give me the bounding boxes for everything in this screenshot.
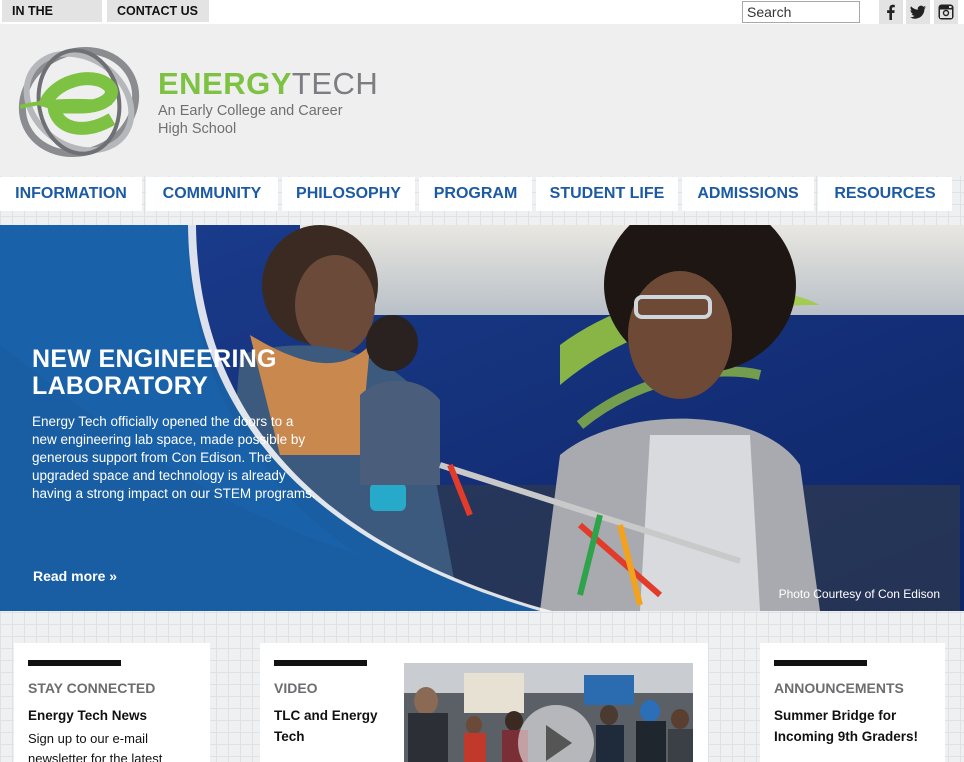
brand-subtitle: An Early College and Career High School	[158, 103, 343, 137]
brand-name-tech: TECH	[291, 66, 379, 101]
hero-body: Energy Tech officially opened the doors …	[32, 414, 316, 501]
announcements-headline[interactable]: Summer Bridge for Incoming 9th Graders!	[774, 705, 924, 747]
hero-text: NEW ENGINEERING LABORATORY Energy Tech o…	[32, 346, 322, 503]
video-label: VIDEO	[274, 680, 318, 696]
brand-block: ENERGYTECH An Early College and Career H…	[158, 68, 378, 138]
instagram-icon[interactable]	[934, 0, 958, 24]
announcements-card: ANNOUNCEMENTS Summer Bridge for Incoming…	[760, 643, 945, 762]
hero-title: NEW ENGINEERING LABORATORY	[32, 345, 277, 400]
stay-connected-label: STAY CONNECTED	[28, 680, 156, 696]
stay-connected-card: STAY CONNECTED Energy Tech News Sign up …	[14, 643, 210, 762]
in-the-news-link[interactable]: IN THE NEWS	[2, 0, 102, 40]
search-input[interactable]	[742, 1, 860, 23]
play-button-icon[interactable]	[516, 699, 596, 762]
photo-credit: Photo Courtesy of Con Edison	[778, 587, 940, 601]
energy-tech-logo-icon[interactable]	[14, 41, 144, 163]
utility-bar: IN THE NEWS CONTACT US	[0, 0, 964, 40]
brand-name: ENERGYTECH	[158, 68, 378, 100]
video-thumbnail[interactable]	[404, 663, 693, 762]
twitter-icon[interactable]	[906, 0, 930, 24]
stay-connected-body: Sign up to our e-mail newsletter for the…	[28, 731, 163, 762]
nav-resources[interactable]: RESOURCES	[818, 177, 952, 211]
card-divider	[28, 660, 121, 666]
facebook-icon[interactable]	[879, 0, 903, 24]
nav-student-life[interactable]: STUDENT LIFE	[536, 177, 678, 211]
read-more-link[interactable]: Read more »	[33, 568, 117, 584]
video-card: VIDEO TLC and Energy Tech	[260, 643, 708, 762]
nav-admissions[interactable]: ADMISSIONS	[682, 177, 814, 211]
nav-philosophy[interactable]: PHILOSOPHY	[282, 177, 415, 211]
card-divider	[774, 660, 867, 666]
nav-program[interactable]: PROGRAM	[419, 177, 532, 211]
nav-community[interactable]: COMMUNITY	[146, 177, 278, 211]
nav-information[interactable]: INFORMATION	[0, 177, 142, 211]
brand-name-energy: ENERGY	[158, 66, 292, 101]
main-nav: INFORMATION COMMUNITY PHILOSOPHY PROGRAM…	[0, 176, 964, 212]
announcements-label: ANNOUNCEMENTS	[774, 680, 904, 696]
stay-connected-headline[interactable]: Energy Tech News	[28, 705, 147, 726]
video-headline[interactable]: TLC and Energy Tech	[274, 705, 384, 747]
card-divider	[274, 660, 367, 666]
site-header: ENERGYTECH An Early College and Career H…	[0, 24, 964, 176]
contact-us-link[interactable]: CONTACT US	[107, 0, 209, 22]
hero-banner: NEW ENGINEERING LABORATORY Energy Tech o…	[0, 225, 964, 611]
